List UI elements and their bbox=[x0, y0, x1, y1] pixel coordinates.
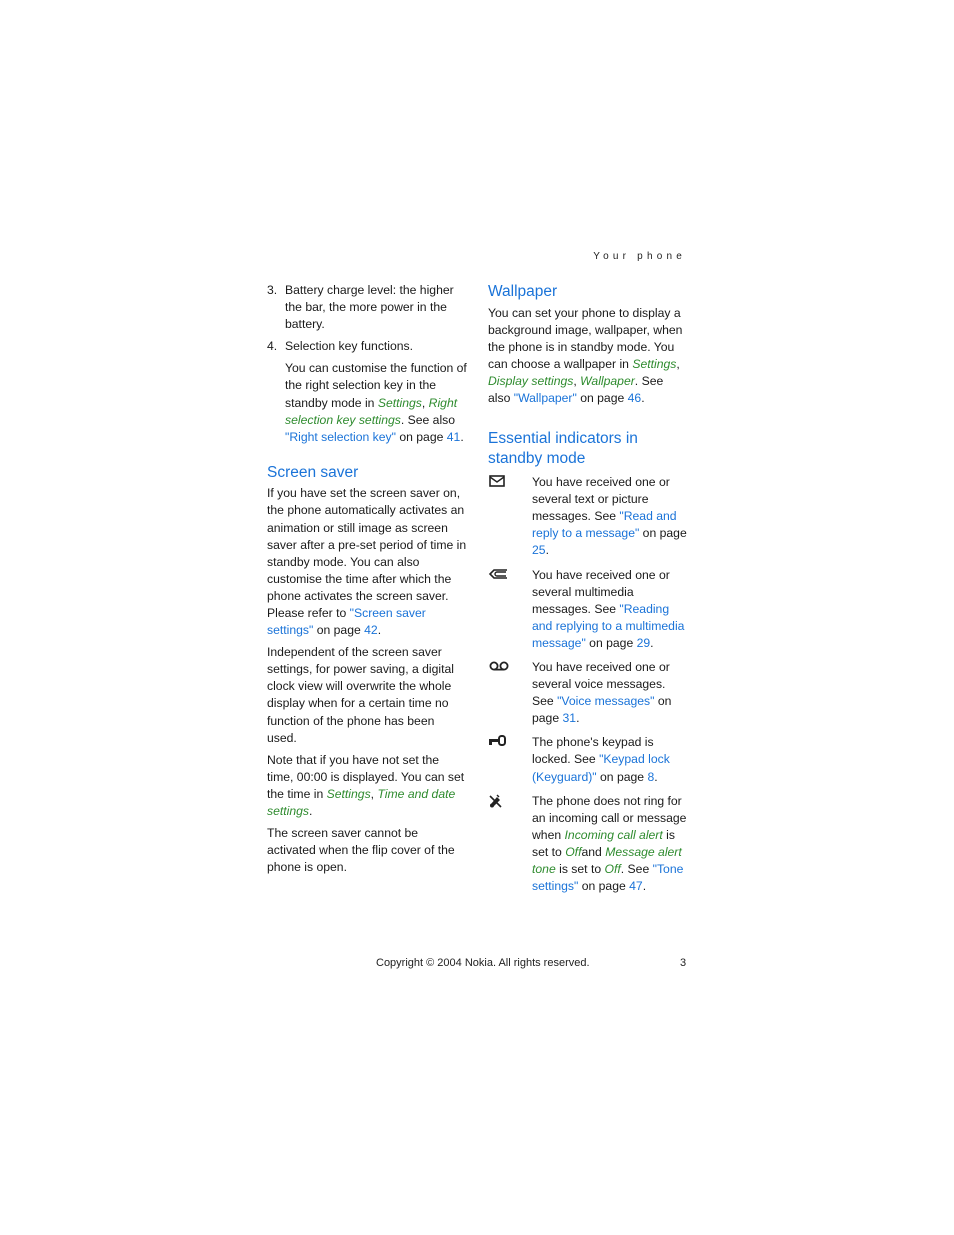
page-link[interactable]: 25 bbox=[532, 543, 546, 557]
key-lock-icon bbox=[488, 734, 510, 751]
indicator-item: You have received one or several voice m… bbox=[488, 659, 688, 727]
power-saving-paragraph: Independent of the screen saver settings… bbox=[267, 645, 454, 745]
section-heading-indicators: Essential indicators in standby mode bbox=[488, 430, 638, 467]
setting-name: Incoming call alert bbox=[564, 827, 663, 842]
customise-paragraph: You can customise the function of the ri… bbox=[267, 360, 467, 445]
text: and bbox=[581, 844, 606, 859]
voicemail-icon bbox=[488, 659, 510, 676]
wallpaper-paragraph: You can set your phone to display a back… bbox=[488, 305, 688, 408]
menu-path: Settings bbox=[326, 786, 371, 801]
menu-path: Wallpaper bbox=[580, 373, 635, 388]
silent-bell-icon bbox=[488, 793, 510, 810]
setting-value: Off bbox=[565, 844, 582, 859]
cross-reference-link[interactable]: "Right selection key" bbox=[285, 430, 396, 444]
text: If you have set the screen saver on, the… bbox=[267, 486, 467, 620]
indicator-item: You have received one or several text or… bbox=[488, 474, 688, 559]
page-link[interactable]: 46 bbox=[628, 391, 642, 405]
text: on page bbox=[578, 879, 630, 894]
text: . bbox=[576, 711, 580, 726]
list-item: 3. Battery charge level: the higher the … bbox=[267, 282, 467, 333]
list-text: Selection key functions. bbox=[285, 339, 414, 354]
running-header: Your phone bbox=[593, 251, 686, 262]
text: on page bbox=[576, 390, 628, 405]
indicator-item: The phone's keypad is locked. See "Keypa… bbox=[488, 734, 688, 785]
page-number: 3 bbox=[680, 957, 687, 969]
text: . bbox=[650, 635, 654, 650]
right-column: Wallpaper You can set your phone to disp… bbox=[488, 282, 688, 902]
text: . bbox=[654, 769, 658, 784]
menu-path: Display settings bbox=[488, 373, 574, 388]
menu-path: Settings bbox=[632, 356, 677, 371]
list-item: 4. Selection key functions. bbox=[267, 338, 467, 355]
flip-cover-paragraph: The screen saver cannot be activated whe… bbox=[267, 826, 455, 875]
indicator-item: You have received one or several multime… bbox=[488, 567, 688, 652]
text: , bbox=[421, 395, 429, 410]
text: . bbox=[460, 429, 464, 444]
text: . bbox=[309, 804, 313, 819]
text: on page bbox=[585, 635, 637, 650]
page-link[interactable]: 31 bbox=[563, 711, 577, 725]
text: on page bbox=[639, 526, 687, 541]
setting-value: Off bbox=[604, 862, 621, 877]
text: . bbox=[641, 390, 645, 405]
time-note-paragraph: Note that if you have not set the time, … bbox=[267, 752, 467, 820]
text: . bbox=[642, 879, 647, 894]
text: is set to bbox=[555, 862, 605, 877]
copyright-footer: Copyright © 2004 Nokia. All rights reser… bbox=[376, 957, 590, 969]
page-link[interactable]: 47 bbox=[629, 879, 643, 893]
list-number: 3. bbox=[267, 283, 278, 297]
page-link[interactable]: 41 bbox=[447, 430, 461, 444]
text: . bbox=[377, 623, 382, 638]
section-heading-wallpaper: Wallpaper bbox=[488, 283, 558, 300]
list-number: 4. bbox=[267, 339, 278, 354]
screen-saver-paragraph: If you have set the screen saver on, the… bbox=[267, 485, 467, 639]
text: . bbox=[545, 543, 549, 558]
text: on page bbox=[596, 769, 648, 784]
page-link[interactable]: 29 bbox=[637, 636, 651, 650]
text: on page bbox=[395, 429, 447, 444]
text: . See bbox=[620, 862, 653, 877]
section-heading-screen-saver: Screen saver bbox=[267, 463, 359, 481]
text: . See also bbox=[400, 412, 456, 427]
indicator-item: The phone does not ring for an incoming … bbox=[488, 793, 688, 896]
text: , bbox=[676, 356, 680, 371]
text: on page bbox=[313, 623, 365, 638]
multimedia-message-icon bbox=[488, 567, 510, 584]
menu-path: Settings bbox=[377, 395, 422, 410]
cross-reference-link[interactable]: "Voice messages" bbox=[557, 694, 654, 708]
page-link[interactable]: 42 bbox=[364, 623, 378, 637]
envelope-icon bbox=[488, 474, 510, 491]
cross-reference-link[interactable]: "Wallpaper" bbox=[514, 391, 577, 405]
list-text: Battery charge level: the higher the bar… bbox=[285, 283, 454, 332]
left-column: 3. Battery charge level: the higher the … bbox=[267, 282, 467, 881]
